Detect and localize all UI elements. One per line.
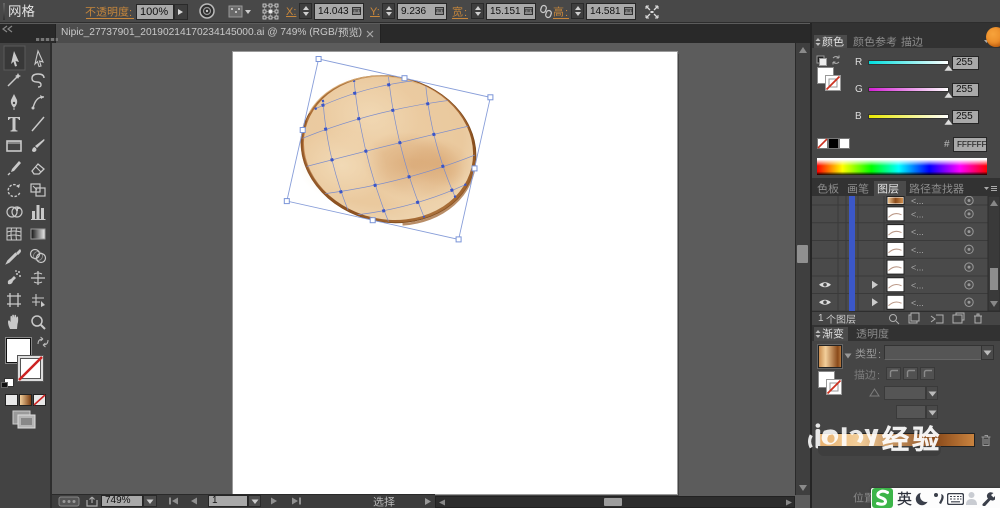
svg-text:<...: <...: [911, 209, 924, 219]
svg-text:<...: <...: [911, 263, 924, 273]
svg-text:<...: <...: [911, 245, 924, 255]
svg-text:<...: <...: [911, 280, 924, 290]
svg-text:<...: <...: [911, 298, 924, 308]
svg-text:<...: <...: [911, 227, 924, 237]
svg-text:<...: <...: [911, 196, 924, 206]
